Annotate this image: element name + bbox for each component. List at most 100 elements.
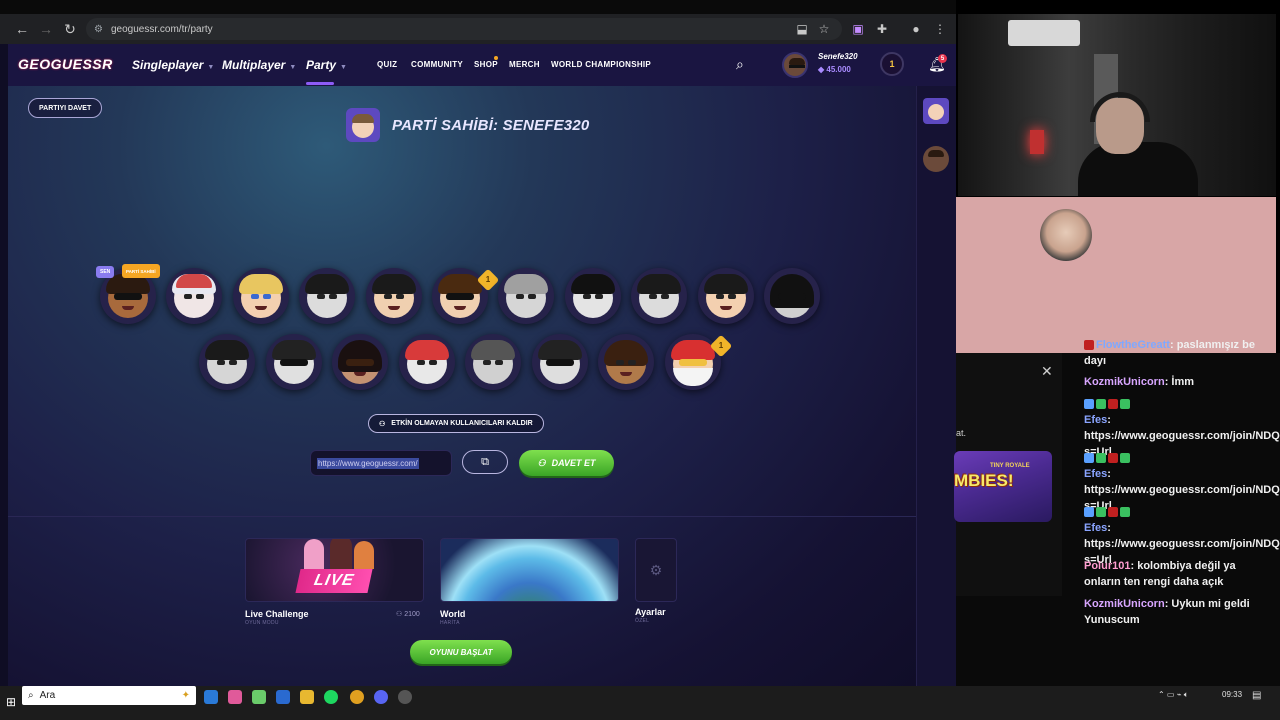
- forward-icon[interactable]: →: [34, 17, 58, 41]
- promo-title: TINY ROYALE: [990, 463, 1030, 469]
- live-banner: LIVE: [295, 569, 373, 593]
- player-avatar[interactable]: [199, 334, 255, 390]
- link-world-championship[interactable]: WORLD CHAMPIONSHIP: [551, 60, 651, 69]
- settings-card[interactable]: ⚙: [635, 538, 677, 602]
- nav-singleplayer[interactable]: Singleplayer ▼: [132, 58, 214, 72]
- url-text: geoguessr.com/tr/party: [110, 23, 213, 35]
- player-avatar[interactable]: [266, 334, 322, 390]
- player-avatar[interactable]: [532, 334, 588, 390]
- notification-icon[interactable]: ▤: [1252, 690, 1266, 704]
- menu-kebab-icon[interactable]: ⋮: [932, 21, 948, 37]
- game-mode-card[interactable]: LIVE: [245, 538, 424, 602]
- users-icon: ⚇: [396, 611, 403, 618]
- player-avatar[interactable]: [764, 268, 820, 324]
- level-badge[interactable]: 1: [880, 52, 904, 76]
- notification-count: 5: [938, 54, 947, 63]
- player-avatar[interactable]: [565, 268, 621, 324]
- back-icon[interactable]: ←: [10, 17, 34, 41]
- emote-icons: [1084, 453, 1130, 464]
- geoguessr-logo[interactable]: GEOGUESSR: [18, 56, 113, 72]
- copy-link-button[interactable]: ⧉: [462, 450, 508, 474]
- player-avatar[interactable]: [399, 334, 455, 390]
- player-avatar[interactable]: [299, 268, 355, 324]
- player-avatar[interactable]: [233, 268, 289, 324]
- search-icon: ⌕: [28, 690, 34, 701]
- remove-inactive-label: ETKİN OLMAYAN KULLANICILARI KALDIR: [391, 420, 533, 427]
- username[interactable]: Senefe320: [818, 52, 858, 61]
- player-level-value: 1: [718, 341, 724, 350]
- link-shop[interactable]: SHOP: [474, 60, 498, 69]
- overlay-text-fragment: at.: [956, 428, 967, 438]
- system-tray[interactable]: ⌃ ▭ ⌁ 🔈︎: [1158, 690, 1189, 700]
- outlook-icon[interactable]: [276, 690, 290, 704]
- player-avatar[interactable]: [366, 268, 422, 324]
- player-avatar[interactable]: [465, 334, 521, 390]
- avatar[interactable]: [782, 52, 808, 78]
- map-card[interactable]: [440, 538, 619, 602]
- party-host-title: PARTİ SAHİBİ: SENEFE320: [392, 117, 590, 134]
- chat-user[interactable]: KozmikUnicorn: [1084, 376, 1165, 388]
- chat-user[interactable]: Polur101: [1084, 560, 1130, 572]
- url-field[interactable]: ⚙ geoguessr.com/tr/party: [86, 18, 842, 40]
- chrome-icon[interactable]: [350, 690, 364, 704]
- nav-multiplayer[interactable]: Multiplayer ▼: [222, 58, 296, 72]
- app-icon[interactable]: [228, 690, 242, 704]
- address-bar-row: ← → ↻ ⚙ geoguessr.com/tr/party ⬓ ☆ ▣ ✚ ●…: [0, 14, 956, 44]
- bookmark-star-icon[interactable]: ☆: [816, 21, 832, 37]
- spotify-icon[interactable]: [324, 690, 338, 704]
- player-avatar[interactable]: [498, 268, 554, 324]
- player-avatar[interactable]: [631, 268, 687, 324]
- avatar[interactable]: [923, 146, 949, 172]
- party-host-icon: [346, 108, 380, 142]
- chevron-down-icon: ▼: [207, 64, 215, 71]
- store-icon[interactable]: [252, 690, 266, 704]
- add-user-icon: ⚇: [537, 457, 546, 468]
- link-merch[interactable]: MERCH: [509, 60, 540, 69]
- chat-message: KozmikUnicorn: İmm: [1084, 376, 1195, 388]
- extension-icon[interactable]: ▣: [850, 21, 866, 37]
- player-avatar[interactable]: [698, 268, 754, 324]
- settings-sub: ÖZEL: [635, 618, 650, 624]
- gear-icon: ⚙: [649, 561, 663, 578]
- copy-icon: ⧉: [481, 455, 489, 468]
- nav-party[interactable]: Party ▼: [306, 58, 347, 72]
- profile-icon[interactable]: ●: [908, 21, 924, 37]
- tab-strip: [0, 0, 956, 14]
- chat-user[interactable]: Efes: [1084, 522, 1107, 534]
- chat-user[interactable]: Efes: [1084, 414, 1107, 426]
- you-tag: SEN: [96, 266, 115, 278]
- search-icon[interactable]: ⌕: [736, 56, 744, 73]
- start-game-button[interactable]: OYUNU BAŞLAT: [410, 640, 512, 664]
- site-info-icon[interactable]: ⚙: [94, 24, 103, 35]
- link-community[interactable]: COMMUNITY: [411, 60, 463, 69]
- puzzle-icon[interactable]: ✚: [874, 21, 890, 37]
- reload-icon[interactable]: ↻: [58, 17, 82, 41]
- invite-button[interactable]: ⚇ DAVET ET: [519, 450, 614, 476]
- player-avatar[interactable]: [598, 334, 654, 390]
- windows-start-icon[interactable]: ⊞: [6, 695, 16, 709]
- player-count-value: 2100: [404, 611, 420, 618]
- link-quiz[interactable]: QUIZ: [377, 60, 397, 69]
- chat-user[interactable]: KozmikUnicorn: [1084, 598, 1165, 610]
- coin-amount: 45.000: [826, 65, 851, 74]
- emote-icons: [1084, 507, 1130, 518]
- active-tab-indicator: [306, 82, 334, 85]
- game-promo-banner[interactable]: TINY ROYALE MBIES!: [954, 451, 1052, 522]
- invite-party-button[interactable]: PARTIYI DAVET: [28, 98, 103, 118]
- player-avatar[interactable]: [332, 334, 388, 390]
- taskbar-search[interactable]: ⌕ Ara ✦: [22, 686, 196, 705]
- guest-face: [1040, 209, 1092, 261]
- install-icon[interactable]: ⬓: [794, 21, 810, 37]
- party-lobby: PARTIYI DAVET PARTİ SAHİBİ: SENEFE320 SE…: [8, 86, 916, 686]
- chat-user[interactable]: FlowtheGreatt: [1096, 339, 1170, 351]
- close-icon[interactable]: ✕: [1041, 363, 1053, 380]
- party-icon[interactable]: [923, 98, 949, 124]
- invite-link-field[interactable]: https://www.geoguessr.com/: [310, 450, 452, 476]
- obs-icon[interactable]: [398, 690, 412, 704]
- player-avatar[interactable]: [166, 268, 222, 324]
- discord-icon[interactable]: [374, 690, 388, 704]
- chat-user[interactable]: Efes: [1084, 468, 1107, 480]
- remove-inactive-button[interactable]: ⚇ ETKİN OLMAYAN KULLANICILARI KALDIR: [368, 414, 544, 433]
- edge-icon[interactable]: [204, 690, 218, 704]
- folder-icon[interactable]: [300, 690, 314, 704]
